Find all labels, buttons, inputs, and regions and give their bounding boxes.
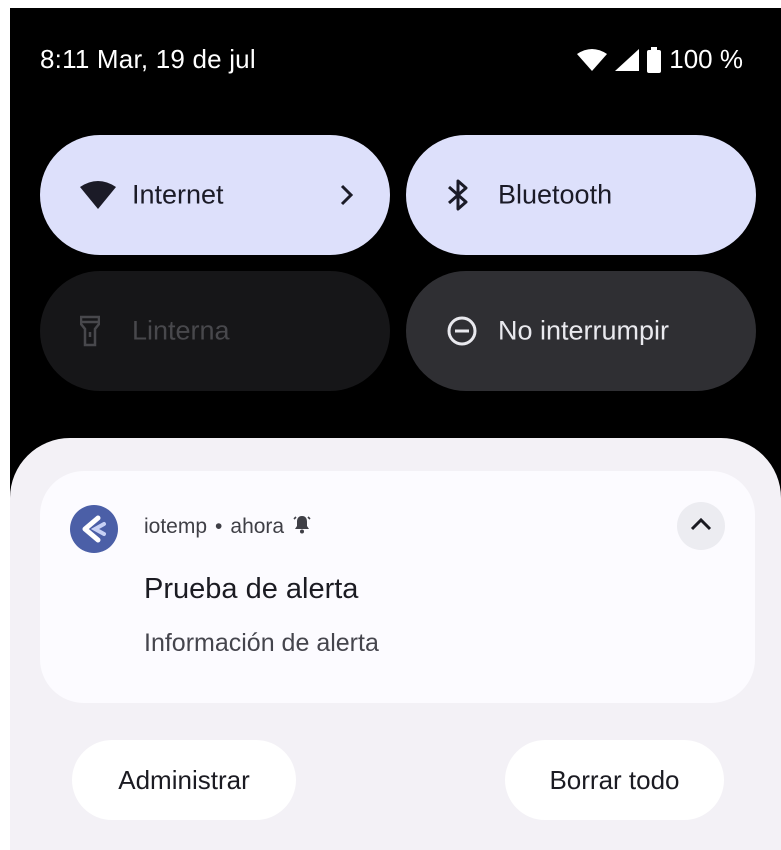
tile-label: Internet (132, 179, 224, 210)
status-date: Mar, 19 de jul (96, 44, 256, 74)
notification-shade: 8:11 Mar, 19 de jul 100 % Internet Bluet… (10, 8, 781, 850)
signal-icon (615, 48, 640, 71)
clear-all-button[interactable]: Borrar todo (505, 740, 724, 820)
battery-icon (647, 46, 662, 73)
tile-internet[interactable]: Internet (40, 135, 390, 255)
tile-label: Linterna (132, 315, 230, 346)
notification-card[interactable]: iotemp • ahora Prueba de alerta Informac… (40, 471, 755, 703)
alert-bell-icon (292, 514, 312, 540)
tile-label: No interrumpir (498, 315, 670, 346)
notification-time: ahora (230, 515, 285, 538)
wifi-icon (577, 48, 608, 71)
app-name: iotemp (144, 515, 208, 538)
notification-header: iotemp • ahora (144, 514, 312, 540)
notification-title: Prueba de alerta (144, 573, 359, 605)
tile-label: Bluetooth (498, 179, 613, 210)
status-indicators: 100 % (577, 44, 743, 75)
tile-do-not-disturb[interactable]: No interrumpir (406, 271, 756, 391)
notification-panel: iotemp • ahora Prueba de alerta Informac… (10, 438, 781, 850)
status-bar: 8:11 Mar, 19 de jul 100 % (10, 8, 781, 108)
app-icon (70, 505, 118, 553)
chevron-right-icon (340, 184, 354, 206)
tile-bluetooth[interactable]: Bluetooth (406, 135, 756, 255)
status-datetime: 8:11 Mar, 19 de jul (40, 44, 256, 75)
do-not-disturb-icon (446, 315, 478, 347)
notification-body: Información de alerta (144, 629, 379, 657)
tile-flashlight[interactable]: Linterna (40, 271, 390, 391)
chevron-up-icon (690, 517, 712, 536)
separator: • (215, 515, 223, 538)
status-time: 8:11 (40, 44, 90, 74)
manage-button[interactable]: Administrar (72, 740, 296, 820)
bluetooth-icon (446, 178, 470, 212)
flashlight-icon (80, 315, 100, 347)
wifi-icon (80, 181, 116, 209)
battery-percent: 100 % (669, 44, 743, 74)
collapse-button[interactable] (677, 502, 725, 550)
